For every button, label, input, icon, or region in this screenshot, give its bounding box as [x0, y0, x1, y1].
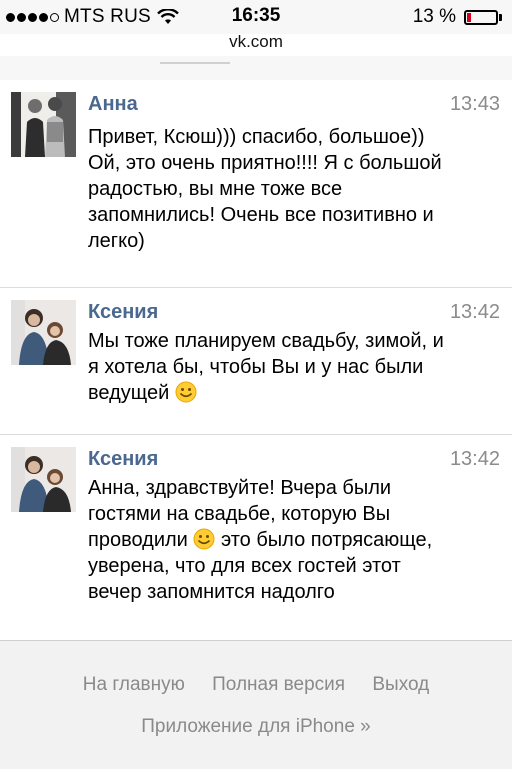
- message-list: Анна 13:43 Привет, Ксюш))) спасибо, боль…: [0, 80, 512, 641]
- message-line: запомнились! Очень все позитивно и: [88, 204, 434, 226]
- avatar[interactable]: [11, 447, 76, 512]
- battery-level-fill: [467, 12, 471, 22]
- status-bar: MTS RUS 16:35 13 %: [0, 0, 512, 34]
- message-line: вечер запомнится надолго: [88, 581, 335, 603]
- message-line: Мы тоже планируем свадьбу, зимой, и: [88, 330, 444, 352]
- message-line: гостями на свадьбе, которую Вы: [88, 503, 391, 525]
- message-line: Ой, это очень приятно!!!! Я с большой: [88, 152, 442, 174]
- battery-icon: [464, 9, 498, 25]
- avatar[interactable]: [11, 92, 76, 157]
- iphone-app-link[interactable]: Приложение для iPhone »: [0, 716, 512, 738]
- message-time: 13:42: [449, 448, 500, 470]
- message-text: Анна, здравствуйте! Вчера были гостями н…: [88, 475, 502, 605]
- message-line: ведущей: [88, 380, 502, 406]
- message-line: я хотела бы, чтобы Вы и у нас были: [88, 356, 424, 378]
- logout-link[interactable]: Выход: [372, 674, 429, 695]
- message-line: уверена, что для всех гостей этот: [88, 555, 401, 577]
- message-item[interactable]: Ксения 13:42 Анна, здравствуйте! Вчера б…: [0, 435, 512, 641]
- smile-emoji-icon: [193, 528, 215, 550]
- message-item[interactable]: Ксения 13:42 Мы тоже планируем свадьбу, …: [0, 288, 512, 435]
- footer: На главную Полная версия Выход Приложени…: [0, 640, 512, 769]
- message-item[interactable]: Анна 13:43 Привет, Ксюш))) спасибо, боль…: [0, 80, 512, 288]
- address-bar-url[interactable]: vk.com: [0, 32, 512, 52]
- message-line: Анна, здравствуйте! Вчера были: [88, 477, 392, 499]
- full-version-link[interactable]: Полная версия: [212, 674, 345, 695]
- message-line: радостью, вы мне тоже все: [88, 178, 343, 200]
- sender-name[interactable]: Ксения: [88, 448, 158, 471]
- status-right: 13 %: [413, 6, 502, 28]
- page-top-edge: [0, 56, 512, 81]
- message-line: проводили это было потрясающе,: [88, 528, 433, 551]
- message-line: Привет, Ксюш))) спасибо, большое)): [88, 126, 425, 148]
- footer-links: На главную Полная версия Выход: [0, 674, 512, 696]
- sender-name[interactable]: Анна: [88, 93, 138, 116]
- battery-tip: [499, 13, 502, 21]
- message-time: 13:43: [449, 93, 500, 115]
- sender-name[interactable]: Ксения: [88, 301, 158, 324]
- message-time: 13:42: [449, 301, 500, 323]
- message-line: легко): [88, 230, 145, 252]
- smile-emoji-icon: [175, 381, 197, 403]
- battery-percent: 13 %: [412, 6, 456, 27]
- avatar[interactable]: [11, 300, 76, 365]
- home-link[interactable]: На главную: [83, 674, 185, 695]
- message-text: Привет, Ксюш))) спасибо, большое)) Ой, э…: [88, 124, 502, 254]
- message-text: Мы тоже планируем свадьбу, зимой, и я хо…: [88, 328, 502, 406]
